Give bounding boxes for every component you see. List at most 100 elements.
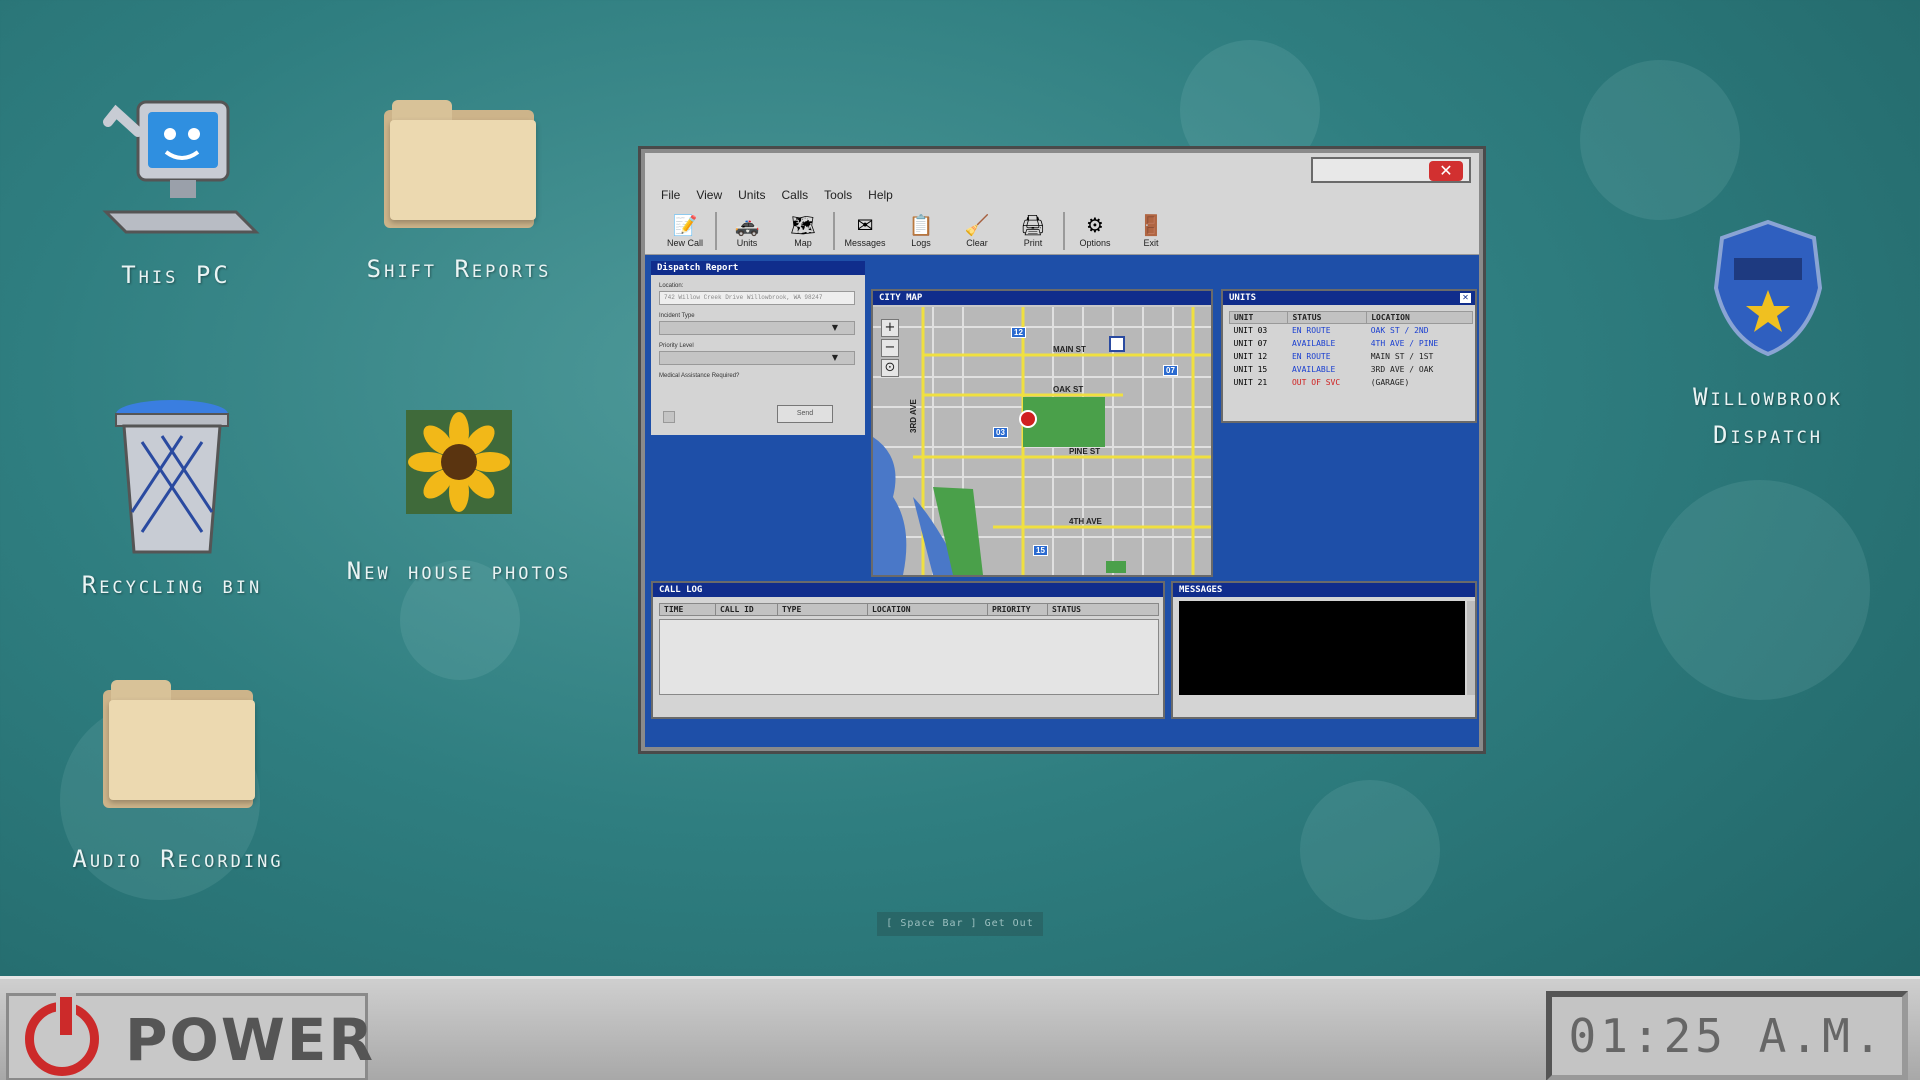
desktop-icon-label: Shift Reports: [366, 255, 552, 283]
map-button[interactable]: 🗺 Map: [775, 207, 831, 254]
recycle-bin-icon: [115, 400, 229, 554]
unit-location-cell: 4TH AVE / PINE: [1370, 339, 1439, 348]
panel-title: UNITS: [1223, 291, 1475, 305]
police-badge-icon: [1713, 219, 1823, 357]
unit-unit-cell: UNIT 21: [1233, 378, 1268, 387]
messages-panel: MESSAGES: [1171, 581, 1477, 719]
desktop-icon-shift-reports[interactable]: Shift Reports: [339, 100, 579, 288]
dispatch-window: ✕ File View Units Calls Tools Help 📝 New …: [638, 146, 1486, 754]
table-row[interactable]: UNIT 07 AVAILABLE 4TH AVE / PINE: [1230, 337, 1473, 350]
unit-unit-cell: UNIT 03: [1233, 326, 1268, 335]
map-unit-07[interactable]: 07: [1163, 365, 1178, 376]
column-header[interactable]: TIME: [659, 603, 716, 616]
new-call-button[interactable]: 📝 New Call: [657, 207, 713, 254]
city-map-panel: CITY MAP + − ⊙ MAIN ST OAK ST PINE ST 4T…: [871, 289, 1213, 577]
map-canvas: [873, 307, 1211, 575]
menu-help[interactable]: Help: [862, 188, 899, 202]
unit-status-cell: OUT OF SVC: [1291, 378, 1341, 387]
close-icon[interactable]: ✕: [1460, 293, 1471, 303]
map-unit-15[interactable]: 15: [1033, 545, 1048, 556]
clear-button[interactable]: 🧹 Clear: [949, 207, 1005, 254]
medical-checkbox[interactable]: [663, 411, 675, 423]
power-button[interactable]: POWER: [6, 993, 373, 1080]
units-table: UNIT STATUS LOCATION UNIT 03 EN ROUTE OAK …: [1228, 311, 1473, 389]
zoom-out-button[interactable]: −: [881, 339, 899, 357]
clock: 01:25 A.M.: [1546, 991, 1908, 1080]
power-icon: [25, 993, 99, 1076]
desktop-icon-label: This PC: [121, 261, 231, 289]
call-log-table: TIME CALL ID TYPE LOCATION PRIORITY STAT…: [659, 603, 1159, 616]
desktop-icon-recycling-bin[interactable]: Recycling bin: [52, 392, 292, 604]
unit-location-cell: (GARAGE): [1370, 378, 1410, 387]
desktop-icon-label: Recycling bin: [81, 571, 263, 599]
taskbar: POWER 01:25 A.M.: [0, 976, 1920, 1080]
title-box: ✕: [1311, 157, 1471, 183]
send-button[interactable]: Send: [777, 405, 833, 423]
column-header[interactable]: LOCATION: [867, 603, 988, 616]
unit-unit-cell: UNIT 15: [1233, 365, 1268, 374]
priority-level-select[interactable]: [659, 351, 855, 365]
column-header[interactable]: CALL ID: [715, 603, 778, 616]
priority-level-label: Priority Level: [659, 343, 694, 349]
exit-button[interactable]: 🚪 Exit: [1123, 207, 1179, 254]
desktop-icon-this-pc[interactable]: This PC: [56, 92, 296, 294]
menu-tools[interactable]: Tools: [818, 188, 858, 202]
logs-button[interactable]: 📋 Logs: [893, 207, 949, 254]
unit-location-cell: MAIN ST / 1ST: [1370, 352, 1434, 361]
call-log-panel: CALL LOG TIME CALL ID TYPE LOCATION PRIO…: [651, 581, 1165, 719]
column-header[interactable]: STATUS: [1047, 603, 1159, 616]
location-field[interactable]: 742 Willow Creek Drive Willowbrook, WA 9…: [659, 291, 855, 305]
map-unit-03[interactable]: 03: [993, 427, 1008, 438]
print-button[interactable]: 🖨 Print: [1005, 207, 1061, 254]
table-row[interactable]: UNIT 15 AVAILABLE 3RD AVE / OAK: [1230, 363, 1473, 376]
unit-location-cell: 3RD AVE / OAK: [1370, 365, 1434, 374]
menu-units[interactable]: Units: [732, 188, 771, 202]
messages-display[interactable]: [1179, 601, 1465, 695]
sunflower-image-icon: [406, 410, 512, 514]
column-header[interactable]: PRIORITY: [987, 603, 1048, 616]
column-header: UNIT: [1228, 311, 1289, 324]
recenter-button[interactable]: ⊙: [881, 359, 899, 377]
power-label: POWER: [125, 1006, 376, 1074]
street-label-pine-st: PINE ST: [1069, 447, 1101, 456]
menu-view[interactable]: View: [690, 188, 728, 202]
panel-title: CITY MAP: [873, 291, 1211, 305]
options-button[interactable]: ⚙ Options: [1067, 207, 1123, 254]
messages-button[interactable]: ✉ Messages: [837, 207, 893, 254]
table-row[interactable]: UNIT 12 EN ROUTE MAIN ST / 1ST: [1230, 350, 1473, 363]
desktop-icon-audio-recording[interactable]: Audio Recording: [58, 680, 298, 878]
new-call-icon: 📝: [672, 213, 698, 237]
call-log-list[interactable]: [659, 619, 1159, 695]
units-panel: UNITS ✕ UNIT STATUS LOCATION UNIT 03 EN R…: [1221, 289, 1477, 423]
zoom-in-button[interactable]: +: [881, 319, 899, 337]
dispatch-report-panel: Dispatch Report Location: 742 Willow Cre…: [651, 261, 865, 435]
folder-icon: [103, 680, 255, 810]
printer-icon: 🖨: [1020, 213, 1046, 237]
unit-status-cell: AVAILABLE: [1291, 339, 1336, 348]
desktop-icon-new-house-photos[interactable]: New house photos: [339, 410, 579, 590]
city-map[interactable]: + − ⊙ MAIN ST OAK ST PINE ST 4TH AVE 3RD…: [873, 307, 1211, 575]
incident-type-select[interactable]: [659, 321, 855, 335]
envelope-icon: ✉: [856, 213, 874, 237]
title-bar: ✕: [645, 153, 1479, 183]
close-icon[interactable]: ✕: [1429, 161, 1463, 181]
desktop-icon-label: Audio Recording: [72, 845, 284, 873]
table-row[interactable]: UNIT 03 EN ROUTE OAK ST / 2ND: [1230, 324, 1473, 338]
map-unit-12[interactable]: 12: [1011, 327, 1026, 338]
desktop-icon-label: Willowbrook Dispatch: [1693, 383, 1843, 449]
panel-title: CALL LOG: [653, 583, 1163, 597]
table-row[interactable]: UNIT 21 OUT OF SVC (GARAGE): [1230, 376, 1473, 389]
exit-door-icon: 🚪: [1138, 213, 1164, 237]
units-button[interactable]: 🚓 Units: [719, 207, 775, 254]
clock-time: 01:25 A.M.: [1568, 1009, 1886, 1063]
folder-icon: [384, 100, 536, 230]
unit-status-cell: AVAILABLE: [1291, 365, 1336, 374]
column-header[interactable]: TYPE: [777, 603, 868, 616]
desktop-icon-willowbrook-dispatch[interactable]: Willowbrook Dispatch: [1648, 218, 1888, 454]
unit-unit-cell: UNIT 12: [1233, 352, 1268, 361]
menu-file[interactable]: File: [655, 188, 686, 202]
menu-calls[interactable]: Calls: [775, 188, 814, 202]
panel-title: Dispatch Report: [651, 261, 865, 275]
column-header: STATUS: [1287, 311, 1368, 324]
scrollbar[interactable]: [1467, 601, 1475, 695]
